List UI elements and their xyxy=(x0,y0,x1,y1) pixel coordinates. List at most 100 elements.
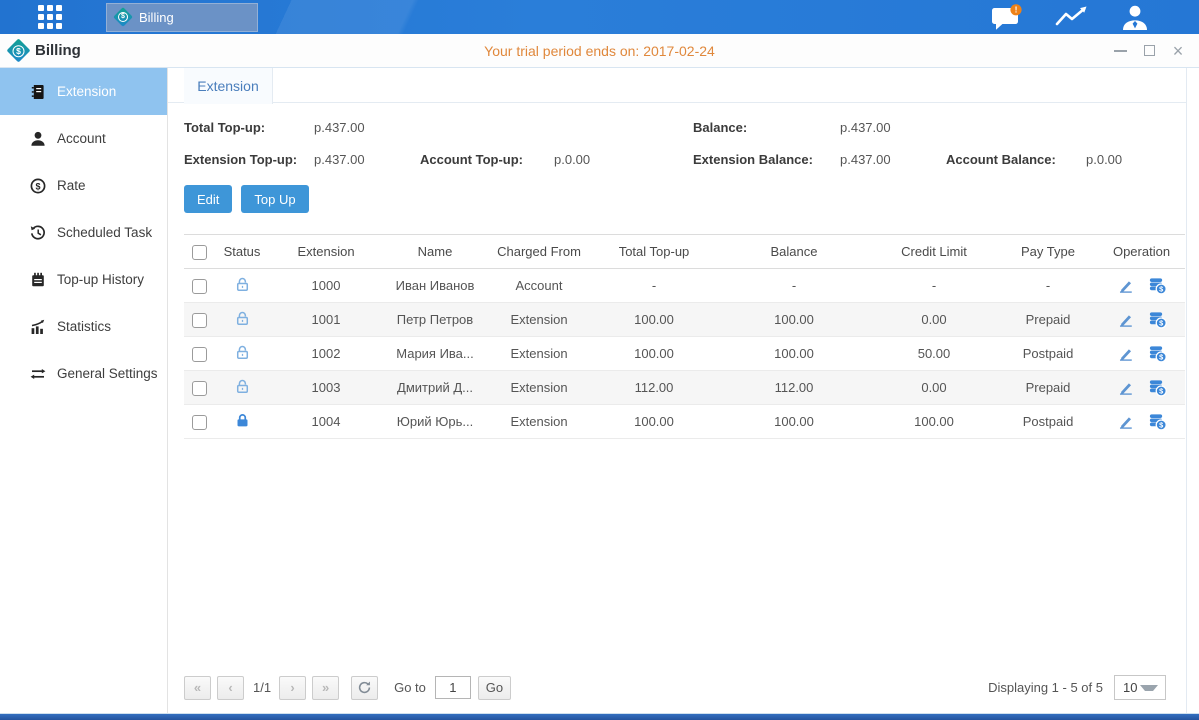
sidebar-item-label: Rate xyxy=(57,178,86,193)
cell-balance: 112.00 xyxy=(718,371,870,405)
window-bottom-edge xyxy=(0,713,1199,720)
cell-charged-from: Extension xyxy=(488,371,590,405)
next-page-button[interactable]: › xyxy=(279,676,306,700)
extension-balance-label: Extension Balance: xyxy=(693,152,840,167)
edit-button[interactable]: Edit xyxy=(184,185,232,213)
account-topup-value: p.0.00 xyxy=(554,152,693,167)
general-settings-icon xyxy=(30,365,47,382)
edit-pencil-icon[interactable] xyxy=(1117,311,1134,328)
sidebar-item-top-up-history[interactable]: Top-up History xyxy=(0,256,167,303)
table-row: 1004 Юрий Юрь... Extension 100.00 100.00… xyxy=(184,405,1185,439)
cell-pay-type: - xyxy=(998,269,1098,303)
row-checkbox[interactable] xyxy=(192,313,207,328)
svg-text:$: $ xyxy=(1159,319,1163,328)
table-row: 1000 Иван Иванов Account - - - - $ xyxy=(184,269,1185,303)
select-all-checkbox[interactable] xyxy=(192,245,207,260)
billing-diamond-icon: $ xyxy=(113,7,133,27)
unlocked-icon[interactable] xyxy=(234,378,251,395)
reports-chart-icon[interactable] xyxy=(1053,5,1090,30)
svg-text:$: $ xyxy=(1159,285,1163,294)
minimize-button[interactable] xyxy=(1113,44,1127,58)
sidebar-item-extension[interactable]: Extension xyxy=(0,68,167,115)
top-up-coins-icon[interactable]: $ xyxy=(1148,344,1167,363)
cell-extension: 1000 xyxy=(270,269,382,303)
cell-total-topup: 100.00 xyxy=(590,303,718,337)
account-topup-label: Account Top-up: xyxy=(420,152,554,167)
unlocked-icon[interactable] xyxy=(234,310,251,327)
account-balance-label: Account Balance: xyxy=(946,152,1086,167)
column-header-credit-limit: Credit Limit xyxy=(870,235,998,269)
app-launcher-grid-icon[interactable] xyxy=(38,5,62,29)
topup-history-icon xyxy=(30,271,47,288)
trial-notice: Your trial period ends on: 2017-02-24 xyxy=(0,43,1199,59)
edit-pencil-icon[interactable] xyxy=(1117,379,1134,396)
extensions-table: StatusExtensionNameCharged FromTotal Top… xyxy=(184,234,1186,439)
cell-total-topup: 100.00 xyxy=(590,337,718,371)
billing-summary: Total Top-up: p.437.00 Extension Top-up:… xyxy=(168,103,1186,167)
sidebar-item-rate[interactable]: $Rate xyxy=(0,162,167,209)
page-size-value: 10 xyxy=(1115,680,1137,695)
table-row: 1001 Петр Петров Extension 100.00 100.00… xyxy=(184,303,1185,337)
top-up-coins-icon[interactable]: $ xyxy=(1148,412,1167,431)
tab-extension[interactable]: Extension xyxy=(184,68,273,104)
cell-total-topup: 112.00 xyxy=(590,371,718,405)
cell-extension: 1001 xyxy=(270,303,382,337)
select-all-cell xyxy=(184,235,214,269)
cell-charged-from: Extension xyxy=(488,303,590,337)
cell-balance: 100.00 xyxy=(718,337,870,371)
top-up-button[interactable]: Top Up xyxy=(241,185,308,213)
last-page-button[interactable]: » xyxy=(312,676,339,700)
locked-icon[interactable] xyxy=(234,412,251,429)
row-checkbox[interactable] xyxy=(192,279,207,294)
sidebar-item-label: Extension xyxy=(57,84,116,99)
row-checkbox[interactable] xyxy=(192,381,207,396)
svg-text:$: $ xyxy=(1159,421,1163,430)
column-header-name: Name xyxy=(382,235,488,269)
unlocked-icon[interactable] xyxy=(234,344,251,361)
sidebar-nav: Extension Account$RateScheduled Task Top-u… xyxy=(0,68,168,713)
sidebar-item-statistics[interactable]: Statistics xyxy=(0,303,167,350)
go-button[interactable]: Go xyxy=(478,676,511,700)
column-header-extension: Extension xyxy=(270,235,382,269)
close-button[interactable]: × xyxy=(1171,44,1185,58)
top-up-coins-icon[interactable]: $ xyxy=(1148,276,1167,295)
cell-credit-limit: 100.00 xyxy=(870,405,998,439)
goto-page-input[interactable] xyxy=(435,676,471,699)
row-checkbox[interactable] xyxy=(192,347,207,362)
cell-name: Иван Иванов xyxy=(382,269,488,303)
sidebar-item-general-settings[interactable]: General Settings xyxy=(0,350,167,397)
sidebar-item-account[interactable]: Account xyxy=(0,115,167,162)
sidebar-item-label: Top-up History xyxy=(57,272,144,287)
sidebar-item-scheduled-task[interactable]: Scheduled Task xyxy=(0,209,167,256)
top-up-coins-icon[interactable]: $ xyxy=(1148,310,1167,329)
row-checkbox[interactable] xyxy=(192,415,207,430)
cell-pay-type: Postpaid xyxy=(998,405,1098,439)
main-content: Extension Total Top-up: p.437.00 Extensi… xyxy=(168,68,1187,713)
unlocked-icon[interactable] xyxy=(234,276,251,293)
cell-credit-limit: - xyxy=(870,269,998,303)
edit-pencil-icon[interactable] xyxy=(1117,277,1134,294)
app-tab-label: Billing xyxy=(139,10,174,25)
top-up-coins-icon[interactable]: $ xyxy=(1148,378,1167,397)
displaying-text: Displaying 1 - 5 of 5 xyxy=(988,680,1103,695)
extension-topup-value: p.437.00 xyxy=(314,152,420,167)
column-header-charged-from: Charged From xyxy=(488,235,590,269)
prev-page-button[interactable]: ‹ xyxy=(217,676,244,700)
column-header-operation: Operation xyxy=(1098,235,1185,269)
table-body: 1000 Иван Иванов Account - - - - $ 1001 … xyxy=(184,269,1185,439)
pagination-bar: « ‹ 1/1 › » Go to Go Displaying 1 - 5 of… xyxy=(168,675,1186,713)
maximize-button[interactable] xyxy=(1142,44,1156,58)
svg-text:!: ! xyxy=(1015,4,1018,14)
extension-balance-value: p.437.00 xyxy=(840,152,946,167)
first-page-button[interactable]: « xyxy=(184,676,211,700)
cell-name: Юрий Юрь... xyxy=(382,405,488,439)
app-tab-billing[interactable]: $ Billing xyxy=(106,3,258,32)
goto-label: Go to xyxy=(394,680,426,695)
refresh-icon[interactable] xyxy=(351,676,378,700)
cell-charged-from: Account xyxy=(488,269,590,303)
page-size-select[interactable]: 10 xyxy=(1114,675,1166,700)
edit-pencil-icon[interactable] xyxy=(1117,345,1134,362)
user-account-icon[interactable] xyxy=(1119,4,1151,31)
edit-pencil-icon[interactable] xyxy=(1117,413,1134,430)
messages-icon[interactable]: ! xyxy=(991,4,1024,31)
